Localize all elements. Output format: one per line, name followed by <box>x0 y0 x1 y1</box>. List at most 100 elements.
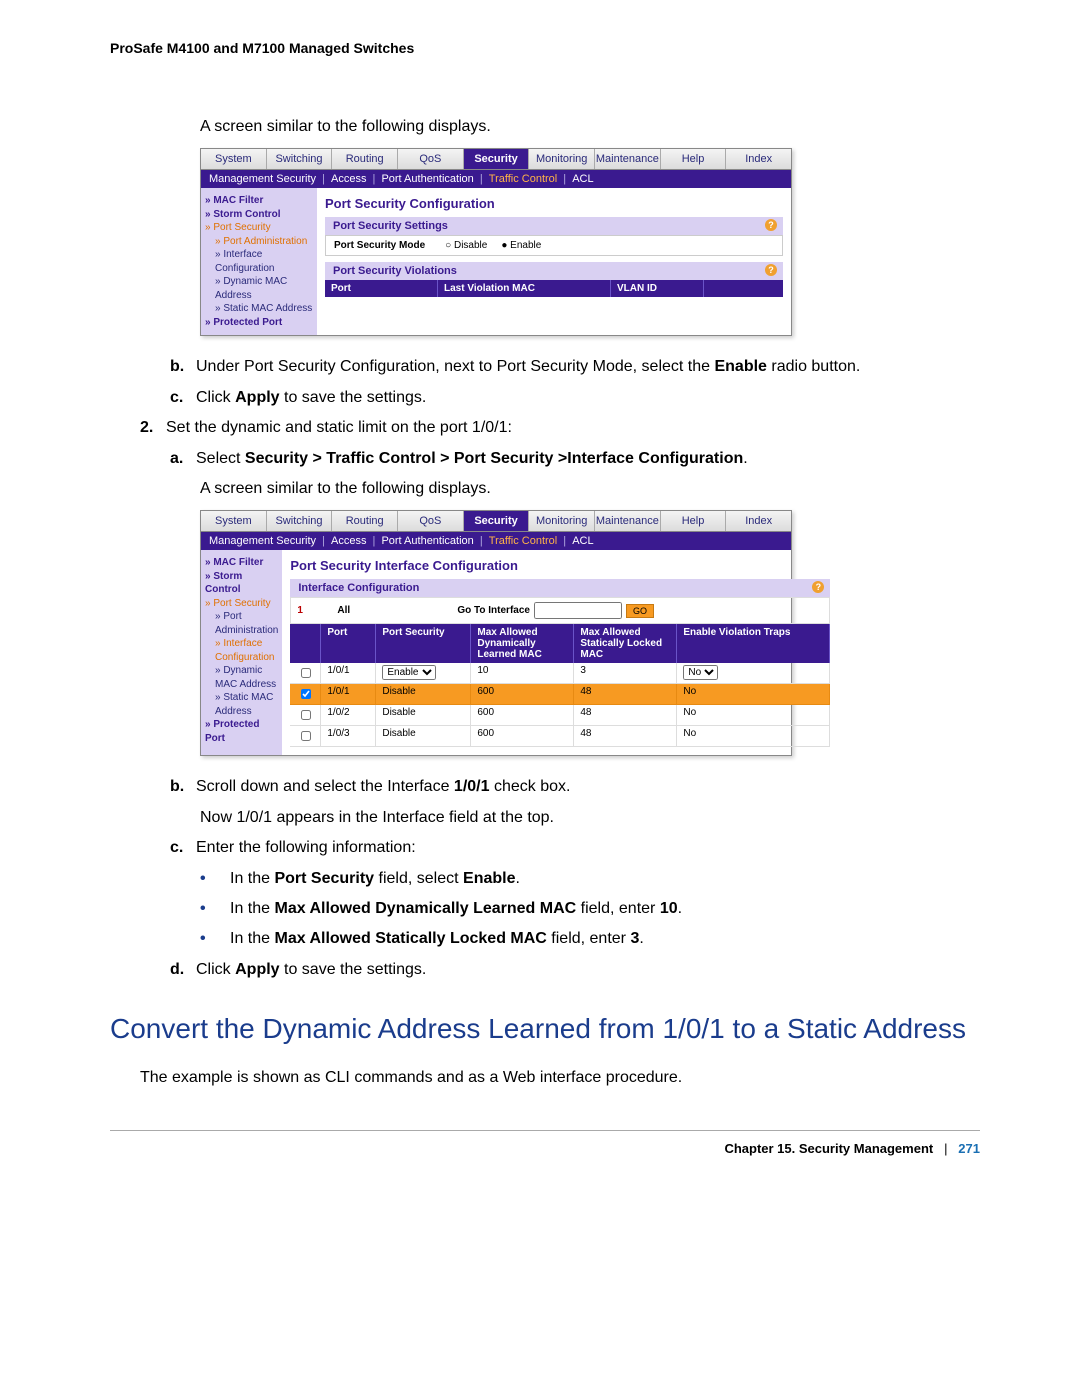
sidebar-item[interactable]: » Port Administration <box>205 235 313 249</box>
sidebar-item[interactable]: » Port Security <box>205 597 278 611</box>
sidebar-item[interactable]: » Protected Port <box>205 718 278 745</box>
tab-switching[interactable]: Switching <box>267 511 333 531</box>
tab-monitoring[interactable]: Monitoring <box>529 511 595 531</box>
sidebar-item[interactable]: » Static MAC Address <box>205 691 278 718</box>
tab-index[interactable]: Index <box>726 511 791 531</box>
tab-security[interactable]: Security <box>464 511 530 531</box>
goto-label: Go To Interface <box>457 605 530 616</box>
section-violations: Port Security Violations? <box>325 262 783 280</box>
cell-portsec[interactable]: Enable <box>376 663 471 684</box>
row-checkbox[interactable] <box>301 689 311 699</box>
subnav-port-authentication[interactable]: Port Authentication <box>381 173 473 185</box>
col-lastmac: Last Violation MAC <box>438 280 611 297</box>
subnav-traffic-control[interactable]: Traffic Control <box>489 535 557 547</box>
cell-traps[interactable]: No <box>677 663 830 684</box>
subnav-management-security[interactable]: Management Security <box>209 535 316 547</box>
tab-qos[interactable]: QoS <box>398 149 464 169</box>
list-marker-2a: a. <box>170 448 196 470</box>
help-icon[interactable]: ? <box>765 264 777 276</box>
radio-enable[interactable]: Enable <box>501 240 541 251</box>
page-all[interactable]: All <box>337 605 457 616</box>
screenshot-interface-config: SystemSwitchingRoutingQoSSecurityMonitor… <box>200 510 792 756</box>
step-c: Click Apply to save the settings. <box>196 387 980 409</box>
sidebar-item[interactable]: » Static MAC Address <box>205 302 313 316</box>
screenshot-port-security-config: SystemSwitchingRoutingQoSSecurityMonitor… <box>200 148 792 336</box>
tab-index[interactable]: Index <box>726 149 791 169</box>
cell-maxdyn: 600 <box>471 726 574 747</box>
step-2: Set the dynamic and static limit on the … <box>166 417 980 439</box>
cell-port: 1/0/2 <box>321 705 376 726</box>
radio-disable[interactable]: Disable <box>445 240 487 251</box>
document-title: ProSafe M4100 and M7100 Managed Switches <box>110 40 980 56</box>
tab-system[interactable]: System <box>201 511 267 531</box>
sidebar-item[interactable]: » Storm Control <box>205 570 278 597</box>
step-b: Under Port Security Configuration, next … <box>196 356 980 378</box>
go-button[interactable]: GO <box>626 604 654 618</box>
sidebar-item[interactable]: » Interface Configuration <box>205 248 313 275</box>
tab-monitoring[interactable]: Monitoring <box>529 149 595 169</box>
col-traps: Enable Violation Traps <box>677 624 830 663</box>
help-icon[interactable]: ? <box>765 219 777 231</box>
sidebar-item[interactable]: » Interface Configuration <box>205 637 278 664</box>
step-2b-extra: Now 1/0/1 appears in the Interface field… <box>200 807 980 829</box>
sidebar-item[interactable]: » Protected Port <box>205 316 313 330</box>
cell-portsec: Disable <box>376 705 471 726</box>
cell-maxdyn: 10 <box>471 663 574 684</box>
row-checkbox[interactable] <box>301 710 311 720</box>
tab-help[interactable]: Help <box>661 511 727 531</box>
subnav-management-security[interactable]: Management Security <box>209 173 316 185</box>
intro-text-2: A screen similar to the following displa… <box>200 478 980 500</box>
subnav-traffic-control[interactable]: Traffic Control <box>489 173 557 185</box>
tab-qos[interactable]: QoS <box>398 511 464 531</box>
subnav-access[interactable]: Access <box>331 535 366 547</box>
tab-help[interactable]: Help <box>661 149 727 169</box>
step-2d: Click Apply to save the settings. <box>196 959 980 981</box>
col-vlan: VLAN ID <box>611 280 704 297</box>
col-maxdyn: Max Allowed Dynamically Learned MAC <box>471 624 574 663</box>
cell-portsec: Disable <box>376 684 471 705</box>
subnav-acl[interactable]: ACL <box>572 535 593 547</box>
row-checkbox[interactable] <box>301 668 311 678</box>
tab-system[interactable]: System <box>201 149 267 169</box>
col-portsec: Port Security <box>376 624 471 663</box>
sidebar-item[interactable]: » MAC Filter <box>205 556 278 570</box>
step-2b: Scroll down and select the Interface 1/0… <box>196 776 980 798</box>
sidebar-item[interactable]: » Port Security <box>205 221 313 235</box>
row-checkbox[interactable] <box>301 731 311 741</box>
help-icon[interactable]: ? <box>812 581 824 593</box>
bullet-1: In the Port Security field, select Enabl… <box>230 868 520 890</box>
tab-routing[interactable]: Routing <box>332 511 398 531</box>
tab-security[interactable]: Security <box>464 149 530 169</box>
sidebar-item[interactable]: » Port Administration <box>205 610 278 637</box>
intro-text-1: A screen similar to the following displa… <box>200 116 980 138</box>
subnav-port-authentication[interactable]: Port Authentication <box>381 535 473 547</box>
cell-maxdyn: 600 <box>471 684 574 705</box>
subnav-acl[interactable]: ACL <box>572 173 593 185</box>
table-row: 1/0/1Enable103No <box>290 663 830 684</box>
sidebar-item[interactable]: » Dynamic MAC Address <box>205 275 313 302</box>
step-2c: Enter the following information: <box>196 837 980 859</box>
subnav-access[interactable]: Access <box>331 173 366 185</box>
list-marker-c: c. <box>170 387 196 409</box>
tab-routing[interactable]: Routing <box>332 149 398 169</box>
col-maxstat: Max Allowed Statically Locked MAC <box>574 624 677 663</box>
col-port: Port <box>325 280 438 297</box>
tab-maintenance[interactable]: Maintenance <box>595 149 661 169</box>
cell-maxstat: 48 <box>574 705 677 726</box>
cell-maxstat: 48 <box>574 684 677 705</box>
pane-title: Port Security Interface Configuration <box>290 558 830 573</box>
tab-maintenance[interactable]: Maintenance <box>595 511 661 531</box>
sidebar-item[interactable]: » Storm Control <box>205 208 313 222</box>
sidebar-item[interactable]: » Dynamic MAC Address <box>205 664 278 691</box>
step-2a: Select Security > Traffic Control > Port… <box>196 448 980 470</box>
cell-maxdyn: 600 <box>471 705 574 726</box>
page-1[interactable]: 1 <box>297 605 337 616</box>
bullet-3: In the Max Allowed Statically Locked MAC… <box>230 928 644 950</box>
cell-traps: No <box>677 684 830 705</box>
tab-switching[interactable]: Switching <box>267 149 333 169</box>
sidebar-item[interactable]: » MAC Filter <box>205 194 313 208</box>
goto-input[interactable] <box>534 602 622 619</box>
cell-port: 1/0/1 <box>321 663 376 684</box>
cell-traps: No <box>677 726 830 747</box>
bullet-icon: • <box>200 928 220 950</box>
